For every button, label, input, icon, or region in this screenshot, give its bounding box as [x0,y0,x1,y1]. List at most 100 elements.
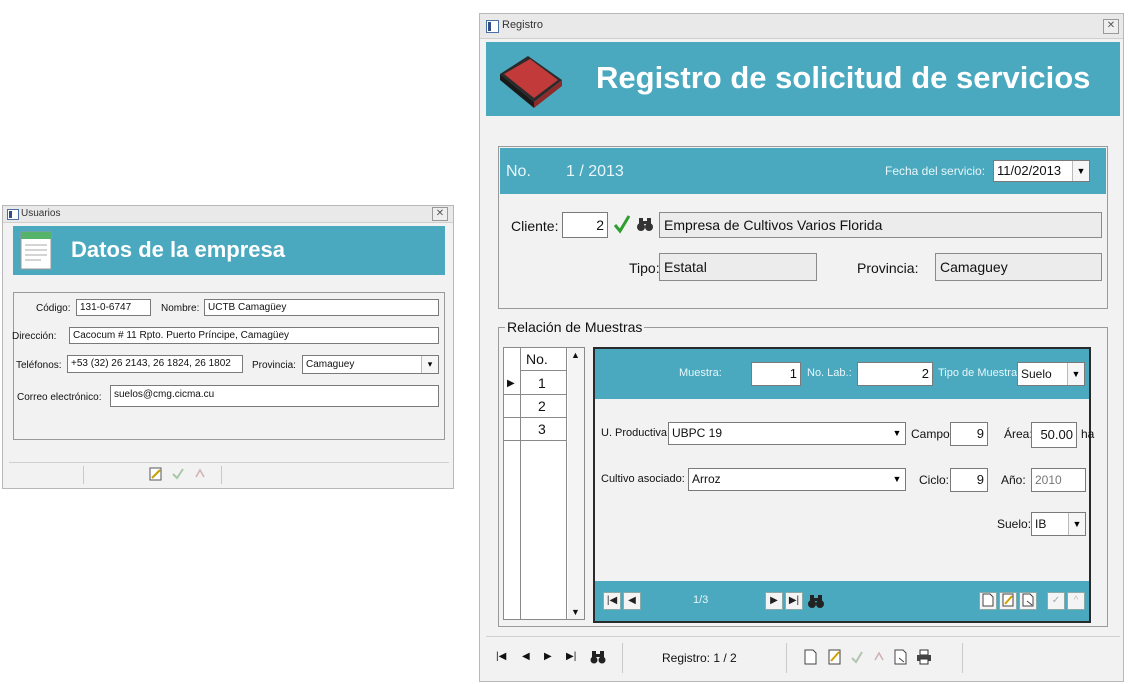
usuarios-titlebar: Usuarios ✕ [3,206,453,223]
cultivo-label: Cultivo asociado: [601,473,685,485]
window-menu-icon[interactable] [7,209,19,220]
window-menu-icon[interactable] [486,20,499,33]
chevron-down-icon[interactable]: ▼ [889,423,905,444]
provincia-select[interactable]: Camaguey ▾ [302,355,439,374]
list-item[interactable]: 3 [504,418,566,441]
tipo-label: Tipo: [629,260,660,276]
direccion-field[interactable]: Cacocum # 11 Rpto. Puerto Príncipe, Cama… [69,327,439,344]
nolab-field[interactable]: 2 [857,362,933,386]
cultivo-select[interactable]: Arroz ▼ [688,468,906,491]
telefonos-field[interactable]: +53 (32) 26 2143, 26 1824, 26 1802 [67,355,243,373]
cliente-code-field[interactable]: 2 [562,212,608,238]
cancel-record-icon[interactable]: ^ [1067,592,1085,610]
provincia-select-value: Camaguey [306,359,355,370]
area-field[interactable]: 50.00 [1031,422,1077,448]
cancel-record-icon[interactable] [872,649,886,665]
nombre-label: Nombre: [161,303,200,314]
tipo-muestra-label: Tipo de Muestra: [938,367,1021,379]
correo-field[interactable]: suelos@cmg.cicma.cu [110,385,439,407]
chevron-down-icon[interactable]: ▾ [421,356,438,373]
delete-record-icon[interactable] [1019,592,1037,610]
tipo-muestra-select[interactable]: Suelo ▼ [1017,362,1085,386]
provincia-field: Camaguey [935,253,1102,281]
new-record-icon[interactable] [979,592,997,610]
new-record-icon[interactable] [804,649,818,665]
edit-record-icon[interactable] [828,649,842,665]
last-record-icon[interactable]: ▶| [566,651,576,662]
first-record-icon[interactable]: |◀ [496,651,506,662]
next-record-icon[interactable]: ▶ [544,651,552,662]
cancel-icon[interactable] [193,467,207,481]
campo-label: Campo: [911,427,954,441]
list-item[interactable]: 2 [504,395,566,418]
last-record-icon[interactable]: ▶| [785,592,803,610]
chevron-down-icon[interactable]: ▼ [1072,161,1089,181]
toolbar-separator [221,466,222,484]
chevron-down-icon[interactable]: ▼ [1067,363,1084,385]
list-item-number: 1 [538,375,546,391]
usuarios-footer-toolbar [9,462,449,487]
muestras-list[interactable]: No. ▶ 1 2 3 ▲ ▼ [503,347,585,620]
check-icon[interactable] [171,467,185,481]
registro-window: Registro ✕ Registro de solicitud de serv… [479,13,1124,682]
document-icon [19,231,55,271]
fecha-label: Fecha del servicio: [885,164,986,178]
list-scrollbar[interactable]: ▲ ▼ [568,348,584,619]
cultivo-value: Arroz [692,472,721,486]
provincia-label: Provincia: [857,260,919,276]
toolbar-separator [962,643,963,673]
binoculars-icon[interactable] [807,592,825,610]
scroll-up-icon[interactable]: ▲ [571,350,580,360]
prev-record-icon[interactable]: ◀ [522,651,530,662]
edit-record-icon[interactable] [999,592,1017,610]
cliente-name-field: Empresa de Cultivos Varios Florida [659,212,1102,238]
toolbar-separator [622,643,623,673]
edit-icon[interactable] [149,467,163,481]
scroll-down-icon[interactable]: ▼ [571,607,580,617]
cliente-label: Cliente: [511,218,559,234]
usuarios-banner: Datos de la empresa [13,226,445,275]
nav-counter: 1/3 [693,594,709,606]
list-item-number: 2 [538,398,546,414]
muestra-field[interactable]: 1 [751,362,801,386]
list-item[interactable]: 1 [504,372,566,395]
save-record-icon[interactable]: ✓ [1047,592,1065,610]
book-icon [496,50,566,110]
suelo-select[interactable]: IB ▼ [1031,512,1086,536]
prev-record-icon[interactable]: ◀ [623,592,641,610]
tipo-muestra-value: Suelo [1021,367,1052,381]
muestra-detail-panel: Muestra: 1 No. Lab.: 2 Tipo de Muestra: … [593,347,1094,623]
toolbar-separator [786,643,787,673]
fecha-datepicker[interactable]: 11/02/2013 ▼ [993,160,1090,182]
close-icon[interactable]: ✕ [432,207,448,221]
tipo-field: Estatal [659,253,817,281]
binoculars-icon[interactable] [590,649,606,665]
print-icon[interactable] [916,649,932,665]
close-icon[interactable]: ✕ [1103,19,1119,34]
nombre-field[interactable]: UCTB Camagüey [204,299,439,316]
anio-label: Año: [1001,473,1026,487]
check-icon[interactable] [612,213,632,235]
usuarios-title: Usuarios [21,208,61,219]
provincia-label: Provincia: [252,360,296,371]
list-item-number: 3 [538,421,546,437]
binoculars-icon[interactable] [636,215,654,233]
next-record-icon[interactable]: ▶ [765,592,783,610]
first-record-icon[interactable]: |◀ [603,592,621,610]
codigo-field[interactable]: 131-0-6747 [76,299,151,316]
registro-status-toolbar: |◀ ◀ ▶ ▶| Registro: 1 / 2 [486,636,1120,679]
suelo-label: Suelo: [997,517,1032,531]
chevron-down-icon[interactable]: ▼ [1068,513,1085,535]
ciclo-field[interactable]: 9 [950,468,988,492]
usuarios-window: Usuarios ✕ Datos de la empresa Código: 1… [2,205,454,489]
toolbar-separator [83,466,84,484]
registro-titlebar: Registro ✕ [480,14,1123,39]
anio-field[interactable]: 2010 [1031,468,1086,492]
ciclo-label: Ciclo: [919,473,950,487]
uproductiva-select[interactable]: UBPC 19 ▼ [668,422,906,445]
delete-record-icon[interactable] [894,649,908,665]
chevron-down-icon[interactable]: ▼ [889,469,905,490]
campo-field[interactable]: 9 [950,422,988,446]
muestras-group-label: Relación de Muestras [507,319,643,335]
save-record-icon[interactable] [850,649,864,665]
